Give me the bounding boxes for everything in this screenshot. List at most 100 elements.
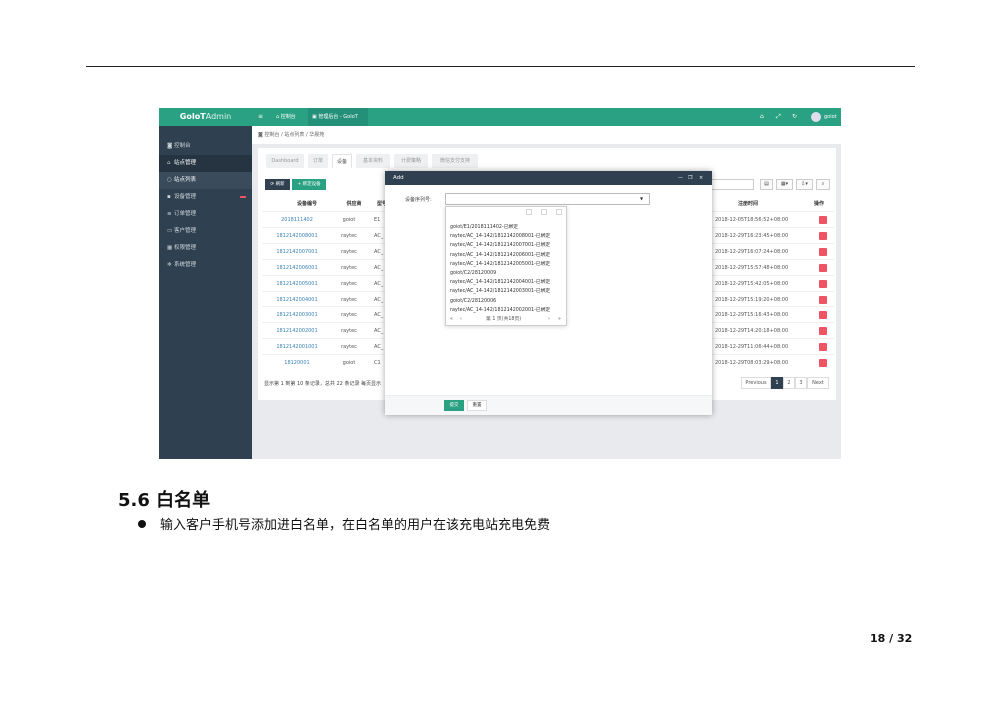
- delete-icon[interactable]: [819, 279, 827, 288]
- cell-sn[interactable]: 1812142008001: [262, 228, 332, 244]
- cell-model: AC_: [374, 232, 384, 239]
- delete-icon[interactable]: [819, 359, 827, 368]
- tab-console[interactable]: ⌂ 控制台: [272, 108, 300, 126]
- pagination-page-3[interactable]: 3: [795, 377, 807, 389]
- tab-devices[interactable]: 设备: [332, 154, 352, 168]
- search-input[interactable]: [710, 179, 754, 190]
- sidebar-item-order-management[interactable]: ≡ 订单管理: [159, 206, 252, 223]
- dropdown-option[interactable]: raytec/AC_14-142/1812142003001-已绑定: [450, 287, 550, 296]
- pagination-next[interactable]: Next: [807, 377, 829, 389]
- dropdown-option[interactable]: raytec/AC_14-142/1812142005001-已绑定: [450, 260, 550, 269]
- prev-page-icon[interactable]: ‹: [460, 315, 462, 325]
- checkbox-icon[interactable]: [556, 209, 562, 215]
- dropdown-option[interactable]: raytec/AC_14-142/1812142006001-已绑定: [450, 251, 550, 260]
- cell-sn[interactable]: 18120001: [262, 355, 332, 371]
- dropdown-option[interactable]: raytec/AC_14-142/1812142007001-已绑定: [450, 241, 550, 250]
- minimize-icon[interactable]: —: [678, 171, 683, 185]
- pagination-prev[interactable]: Previous: [741, 377, 771, 389]
- submit-button[interactable]: 提交: [444, 400, 464, 411]
- checkbox-icon[interactable]: [526, 209, 532, 215]
- cell-supplier: raytec: [341, 296, 357, 303]
- sidebar-item-system-management[interactable]: ✲ 系统管理: [159, 257, 252, 274]
- cell-reg-time: 2018-12-29T08:03:29+08:00: [715, 360, 789, 367]
- column-header-supplier[interactable]: 供应商: [340, 200, 368, 207]
- sidebar-item-customer-management[interactable]: ▭ 客户管理: [159, 223, 252, 240]
- first-page-icon[interactable]: «: [450, 315, 453, 325]
- device-serial-select[interactable]: [445, 193, 650, 205]
- admin-screenshot: GoIoTAdmin ◙ 控制台 ⌂ 站点管理 ○ 站点列表 ▪ 设备管理 ≡ 订单管理 …: [159, 108, 841, 459]
- cell-supplier: raytec: [341, 344, 357, 351]
- brand-logo[interactable]: GoIoTAdmin: [159, 108, 252, 126]
- cell-sn[interactable]: 1812142007001: [262, 244, 332, 260]
- tab-basic-info[interactable]: 基本资料: [356, 154, 390, 168]
- pagination-page-1[interactable]: 1: [771, 377, 783, 389]
- refresh-icon[interactable]: ↻: [792, 108, 797, 126]
- checkbox-icon[interactable]: [541, 209, 547, 215]
- dropdown-option[interactable]: goiot/C2/28120009: [450, 269, 550, 278]
- delete-icon[interactable]: [819, 231, 827, 240]
- dropdown-page-text: 第 1 页(共18页): [486, 317, 522, 322]
- dropdown-option[interactable]: raytec/AC_14-142/1812142008001-已绑定: [450, 232, 550, 241]
- dropdown-option[interactable]: raytec/AC_14-142/1812142004001-已绑定: [450, 278, 550, 287]
- cell-sn[interactable]: 1812142006001: [262, 260, 332, 276]
- modal-footer: 提交 重置: [385, 395, 712, 415]
- reset-button[interactable]: 重置: [467, 400, 487, 411]
- avatar[interactable]: [811, 112, 821, 122]
- home-icon[interactable]: ⌂: [760, 108, 764, 126]
- bind-device-button[interactable]: + 绑定设备: [292, 179, 326, 190]
- cell-sn[interactable]: 1812142002001: [262, 323, 332, 339]
- pagination-page-2[interactable]: 2: [783, 377, 795, 389]
- sidebar-item-dashboard[interactable]: ◙ 控制台: [159, 138, 252, 155]
- section-title: 5.6 白名单: [118, 490, 211, 511]
- column-header-reg-time[interactable]: 注册时间: [738, 200, 758, 207]
- cell-sn[interactable]: 1812142003001: [262, 307, 332, 323]
- delete-icon[interactable]: [819, 247, 827, 256]
- delete-icon[interactable]: [819, 263, 827, 272]
- search-icon[interactable]: ⌕: [816, 179, 830, 190]
- column-header-sn[interactable]: 设备编号: [282, 200, 332, 207]
- card-icon: ▭: [167, 228, 173, 234]
- cell-supplier: goiot: [342, 360, 356, 367]
- dropdown-option[interactable]: raytec/AC_14-142/1812142002001-已绑定: [450, 306, 550, 315]
- menu-toggle-icon[interactable]: ≡: [258, 108, 263, 126]
- cell-sn[interactable]: 1812142001001: [262, 339, 332, 355]
- close-icon[interactable]: ×: [699, 171, 703, 185]
- fullscreen-icon[interactable]: ⤢: [776, 108, 781, 126]
- cell-sn[interactable]: 1812142005001: [262, 276, 332, 292]
- toggle-view-icon[interactable]: ▤: [760, 179, 773, 190]
- delete-icon[interactable]: [819, 311, 827, 320]
- pagination-info: 显示第 1 到第 10 条记录，总共 22 条记录 每页显示: [264, 381, 382, 387]
- sidebar-item-permission-management[interactable]: ▦ 权限管理: [159, 240, 252, 257]
- cell-reg-time: 2018-12-29T15:42:05+08:00: [715, 280, 789, 287]
- cell-sn[interactable]: 2018111402: [262, 212, 332, 228]
- modal-title: Add: [393, 175, 404, 181]
- cell-sn[interactable]: 1812142004001: [262, 292, 332, 308]
- breadcrumb-item[interactable]: 控制台: [264, 132, 279, 138]
- breadcrumb-item[interactable]: 站点列表: [284, 132, 304, 138]
- delete-icon[interactable]: [819, 295, 827, 304]
- dropdown-option[interactable]: goiot/C2/28120006: [450, 297, 550, 306]
- dropdown-option[interactable]: goiot/E1/2018111402-已绑定: [450, 223, 550, 232]
- tab-billing[interactable]: 计费策略: [394, 154, 428, 168]
- sidebar-nav: ◙ 控制台 ⌂ 站点管理 ○ 站点列表 ▪ 设备管理 ≡ 订单管理 ▭ 客户管理 ▦ 权限管理…: [159, 138, 252, 274]
- delete-icon[interactable]: [819, 343, 827, 352]
- next-page-icon[interactable]: ›: [548, 315, 550, 325]
- top-navbar: ≡ ⌂ 控制台 ▣ 管理后台 - GoIoT ⌂ ⤢ ↻ goiot: [252, 108, 841, 126]
- home-icon: ⌂: [167, 160, 171, 166]
- sidebar-item-site-list[interactable]: ○ 站点列表: [159, 172, 252, 189]
- export-icon[interactable]: ⇩▾: [796, 179, 813, 190]
- sidebar-item-site-management[interactable]: ⌂ 站点管理: [159, 155, 252, 172]
- tab-wechat-pay[interactable]: 微信支付支持: [432, 154, 478, 168]
- delete-icon[interactable]: [819, 327, 827, 336]
- columns-icon[interactable]: ▦▾: [776, 179, 793, 190]
- tab-orders[interactable]: 订单: [308, 154, 328, 168]
- user-name[interactable]: goiot: [824, 108, 837, 126]
- refresh-button[interactable]: ⟳ 刷新: [265, 179, 290, 190]
- delete-icon[interactable]: [819, 216, 827, 224]
- last-page-icon[interactable]: »: [558, 315, 561, 325]
- restore-icon[interactable]: ❐: [688, 171, 692, 185]
- sidebar-item-device-management[interactable]: ▪ 设备管理: [159, 189, 252, 206]
- chevron-down-icon[interactable]: ▼: [640, 193, 643, 205]
- tab-admin[interactable]: ▣ 管理后台 - GoIoT: [308, 108, 368, 126]
- tab-dashboard[interactable]: Dashboard: [266, 154, 304, 168]
